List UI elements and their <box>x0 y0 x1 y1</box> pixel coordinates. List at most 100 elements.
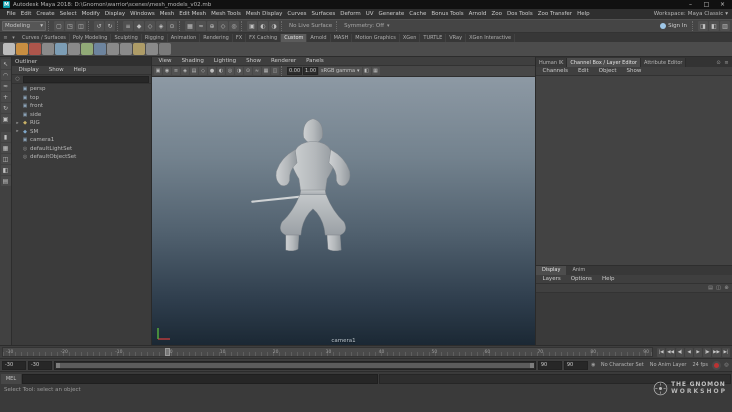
layer-editor-tab[interactable]: Display <box>536 266 567 275</box>
ambient-occlusion-icon[interactable]: ⊙ <box>244 67 252 75</box>
status-group-separator[interactable] <box>88 21 92 31</box>
panel-menu-icon[interactable]: ≡ <box>723 60 730 66</box>
go-to-start-button[interactable]: |◀ <box>657 347 666 357</box>
outliner-search-input[interactable] <box>23 75 149 83</box>
playback-end-field[interactable]: 90 <box>537 360 562 370</box>
save-scene-icon[interactable]: ◫ <box>76 21 86 31</box>
render-current-frame-icon[interactable]: ▣ <box>247 21 257 31</box>
expand-arrow-icon[interactable]: ▸ <box>15 129 20 134</box>
shelf-tab[interactable]: Rigging <box>142 34 168 42</box>
expand-arrow-icon[interactable]: ▸ <box>15 121 20 126</box>
mel-toggle-button[interactable]: MEL <box>1 373 21 384</box>
shelf-menu-icon[interactable]: ≡ <box>2 35 9 41</box>
menu-item[interactable]: Help <box>575 11 593 17</box>
new-scene-icon[interactable]: ▢ <box>54 21 64 31</box>
redo-icon[interactable]: ↻ <box>105 21 115 31</box>
shelf-tab[interactable]: Motion Graphics <box>352 34 400 42</box>
sidebar-tab[interactable]: Channel Box / Layer Editor <box>567 58 641 67</box>
multisample-icon[interactable]: ▦ <box>262 67 270 75</box>
channel-box-menu-item[interactable]: Object <box>596 68 619 74</box>
fps-selector[interactable]: 24 fps <box>691 362 711 368</box>
status-group-separator[interactable] <box>117 21 121 31</box>
rotate-tool-icon[interactable]: ↻ <box>0 103 11 113</box>
bookmarks-icon[interactable]: ◈ <box>181 67 189 75</box>
character-set-icon[interactable]: ◉ <box>590 362 597 368</box>
channel-box-menu-item[interactable]: Edit <box>575 68 591 74</box>
shelf-item-7[interactable] <box>81 43 93 55</box>
shelf-tab[interactable]: XGen Interactive <box>466 34 516 42</box>
select-hierarchy-icon[interactable]: ≡ <box>123 21 133 31</box>
outliner-menu-item[interactable]: Help <box>71 67 89 73</box>
motion-blur-icon[interactable]: ≈ <box>253 67 261 75</box>
move-tool-icon[interactable]: + <box>0 92 11 102</box>
outliner-item[interactable]: ◎ defaultLightSet <box>12 145 151 154</box>
channel-box-body[interactable] <box>536 76 732 265</box>
menu-item[interactable]: Zoo Transfer <box>535 11 574 17</box>
sidebar-tab[interactable]: Human IK <box>536 58 568 67</box>
shelf-item-1[interactable] <box>3 43 15 55</box>
viewport-menu-item[interactable]: Show <box>244 58 264 64</box>
menu-item[interactable]: File <box>4 11 18 17</box>
shelf-tab[interactable]: Curves / Surfaces <box>19 34 70 42</box>
colorspace-selector[interactable]: sRGB gamma ▾ <box>319 67 362 75</box>
outliner-item[interactable]: ▣ camera1 <box>12 136 151 145</box>
snap-to-point-icon[interactable]: ⊕ <box>207 21 217 31</box>
command-input[interactable] <box>22 373 378 384</box>
viewport-canvas[interactable]: camera1 <box>152 77 535 345</box>
isolate-select-icon[interactable]: ◧ <box>362 67 371 75</box>
layout-four-pane-icon[interactable]: ▦ <box>0 143 11 153</box>
lasso-tool-icon[interactable]: ◠ <box>0 70 11 80</box>
shelf-item-11[interactable] <box>133 43 145 55</box>
viewport-menu-item[interactable]: Panels <box>304 58 327 64</box>
tool-settings-toggle-icon[interactable]: ◧ <box>709 21 719 31</box>
shelf-item-4[interactable] <box>42 43 54 55</box>
grid-toggle-icon[interactable]: ▦ <box>371 67 380 75</box>
shelf-tab[interactable]: XGen <box>400 34 421 42</box>
menu-item[interactable]: Windows <box>128 11 158 17</box>
exposure-field[interactable]: 0.00 <box>287 67 302 75</box>
sign-in-button[interactable]: Sign In <box>657 23 690 29</box>
menu-item[interactable]: Modify <box>79 11 102 17</box>
textured-icon[interactable]: ◐ <box>217 67 225 75</box>
snap-to-grid-icon[interactable]: ▦ <box>185 21 195 31</box>
animation-start-field[interactable]: -30 <box>2 360 26 370</box>
playback-start-field[interactable]: -30 <box>28 360 52 370</box>
viewport-menu-item[interactable]: View <box>156 58 174 64</box>
pin-icon[interactable]: ⊙ <box>715 60 722 66</box>
wireframe-icon[interactable]: ◇ <box>199 67 207 75</box>
sidebar-tab[interactable]: Attribute Editor <box>640 58 687 67</box>
shelf-tab[interactable]: FX <box>233 34 247 42</box>
shelf-tab[interactable]: Arnold <box>307 34 331 42</box>
menu-set-selector[interactable]: Modeling ▾ <box>2 21 46 31</box>
range-end-handle[interactable] <box>529 362 534 368</box>
workspace-selector[interactable]: Workspace: Maya Classic ▾ <box>654 11 728 17</box>
shelf-tab[interactable]: Rendering <box>200 34 233 42</box>
outliner-menu-item[interactable]: Show <box>46 67 66 73</box>
lock-camera-icon[interactable]: ◉ <box>163 67 171 75</box>
new-layer-from-selected-icon[interactable]: ◫ <box>715 285 722 291</box>
layer-editor-menu-item[interactable]: Help <box>599 276 617 282</box>
channel-box-menu-item[interactable]: Channels <box>540 68 570 74</box>
snap-to-plane-icon[interactable]: ◇ <box>218 21 228 31</box>
shelf-item-9[interactable] <box>107 43 119 55</box>
shelf-item-10[interactable] <box>120 43 132 55</box>
paint-select-tool-icon[interactable]: ≈ <box>0 81 11 91</box>
select-camera-icon[interactable]: ▣ <box>154 67 162 75</box>
menu-item[interactable]: Bonus Tools <box>429 11 466 17</box>
menu-item[interactable]: Edit Mesh <box>177 11 209 17</box>
close-button[interactable]: × <box>716 0 729 9</box>
gamma-field[interactable]: 1.00 <box>303 67 318 75</box>
layer-editor-menu-item[interactable]: Layers <box>540 276 563 282</box>
animation-end-field[interactable]: 90 <box>563 360 588 370</box>
animation-preferences-icon[interactable]: ◎ <box>723 362 730 368</box>
go-to-end-button[interactable]: ▶| <box>722 347 730 357</box>
anim-layer-selector[interactable]: No Anim Layer <box>648 362 689 368</box>
shelf-item-5[interactable] <box>55 43 67 55</box>
menu-item[interactable]: Deform <box>338 11 363 17</box>
highlight-selection-icon[interactable]: ⊙ <box>167 21 177 31</box>
channel-box-toggle-icon[interactable]: ▥ <box>720 21 730 31</box>
shelf-item-13[interactable] <box>159 43 171 55</box>
menu-item[interactable]: Mesh Display <box>243 11 285 17</box>
current-frame-marker[interactable] <box>165 348 171 356</box>
outliner-item[interactable]: ▣ front <box>12 102 151 111</box>
